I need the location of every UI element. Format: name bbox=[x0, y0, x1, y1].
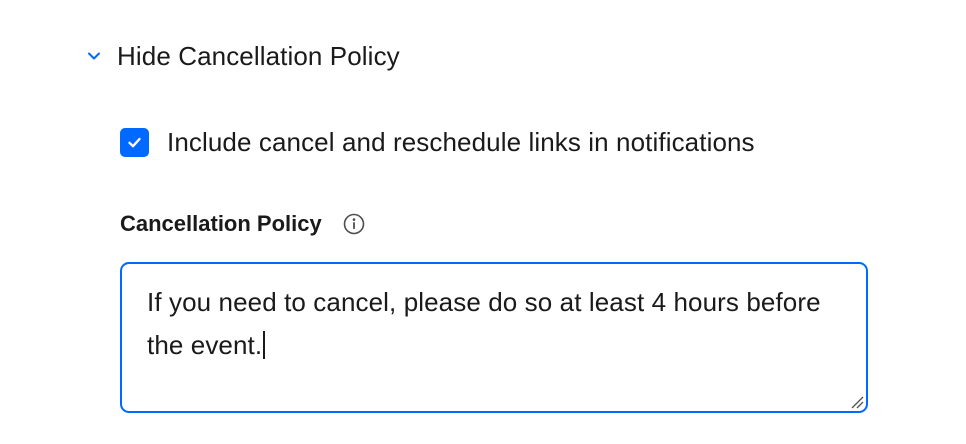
chevron-down-icon bbox=[84, 46, 104, 66]
resize-handle-icon[interactable] bbox=[848, 393, 864, 409]
cancellation-policy-section: Hide Cancellation Policy Include cancel … bbox=[0, 0, 966, 444]
include-links-option: Include cancel and reschedule links in n… bbox=[120, 122, 755, 162]
hide-cancellation-policy-toggle[interactable]: Hide Cancellation Policy bbox=[84, 36, 400, 76]
cancellation-policy-text[interactable]: If you need to cancel, please do so at l… bbox=[147, 281, 847, 367]
cancellation-policy-textarea[interactable]: If you need to cancel, please do so at l… bbox=[120, 262, 868, 413]
text-caret bbox=[263, 331, 266, 359]
cancellation-policy-value: If you need to cancel, please do so at l… bbox=[147, 287, 821, 360]
checkmark-icon bbox=[128, 137, 141, 147]
include-links-label[interactable]: Include cancel and reschedule links in n… bbox=[167, 127, 755, 158]
cancellation-policy-header: Cancellation Policy bbox=[120, 206, 366, 242]
hide-cancellation-policy-label: Hide Cancellation Policy bbox=[117, 40, 400, 71]
include-links-checkbox[interactable] bbox=[120, 127, 149, 157]
cancellation-policy-label: Cancellation Policy bbox=[120, 211, 322, 236]
info-icon[interactable] bbox=[342, 212, 366, 236]
